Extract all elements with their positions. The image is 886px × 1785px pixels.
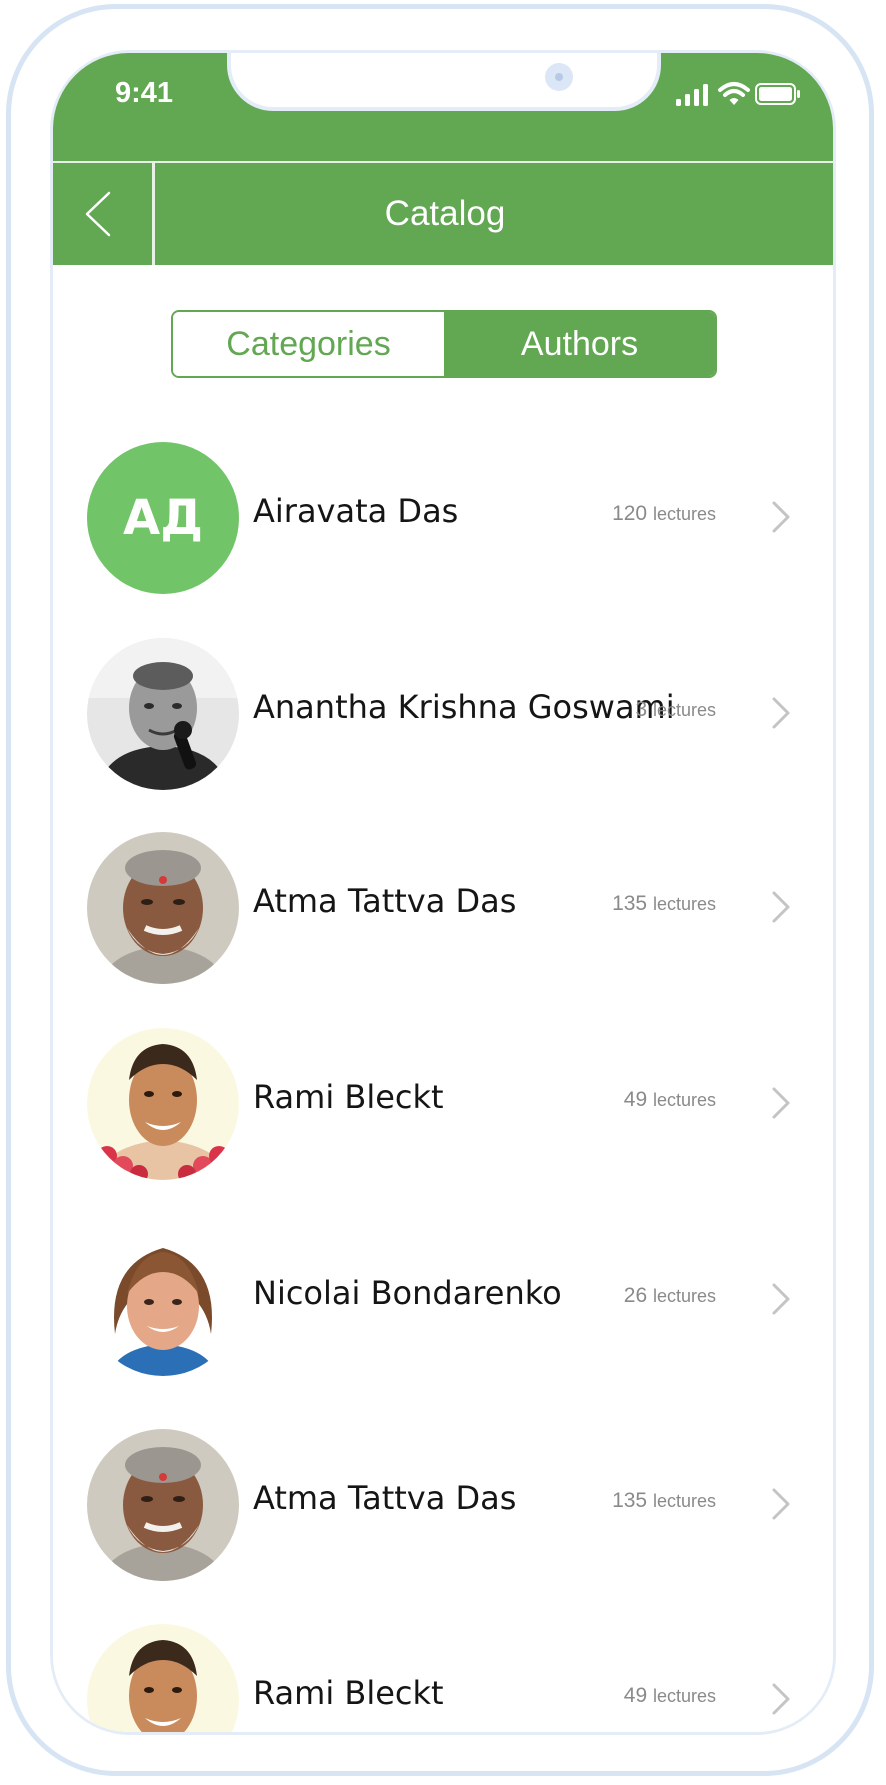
author-photo bbox=[87, 1224, 239, 1376]
chevron-right-icon bbox=[772, 1683, 790, 1715]
status-time: 9:41 bbox=[115, 77, 174, 109]
chevron-right-icon bbox=[772, 697, 790, 729]
author-row[interactable]: Atma Tattva Das 135 lectures bbox=[53, 832, 833, 984]
lecture-count-number: 120 bbox=[612, 502, 648, 525]
front-camera bbox=[545, 63, 573, 91]
lecture-count: 135 lectures bbox=[612, 1489, 716, 1513]
author-row[interactable]: Rami Bleckt 49 lectures bbox=[53, 1028, 833, 1180]
lecture-count-number: 135 bbox=[612, 1489, 648, 1512]
author-name: Atma Tattva Das bbox=[253, 1479, 517, 1517]
author-row[interactable]: АД Airavata Das 120 lectures bbox=[53, 442, 833, 594]
author-row[interactable]: Rami Bleckt 49 lectures bbox=[53, 1624, 833, 1732]
chevron-right-icon bbox=[772, 501, 790, 533]
avatar bbox=[87, 1224, 239, 1376]
lecture-count-number: 49 bbox=[623, 1088, 648, 1111]
author-photo bbox=[87, 1624, 239, 1732]
lecture-count: 3 lectures bbox=[635, 698, 716, 722]
wifi-icon bbox=[718, 82, 750, 105]
device-notch bbox=[227, 53, 661, 111]
page-title: Catalog bbox=[384, 194, 506, 233]
author-name: Nicolai Bondarenko bbox=[253, 1274, 562, 1312]
navigation-bar: Catalog bbox=[53, 163, 833, 265]
cellular-signal-icon bbox=[676, 84, 708, 106]
author-name: Rami Bleckt bbox=[253, 1674, 444, 1712]
device-mockup: 9:41 Catalog Categories Authors АД Airav… bbox=[0, 0, 886, 1785]
lecture-count-unit: lectures bbox=[652, 1686, 716, 1706]
back-button[interactable] bbox=[53, 163, 155, 265]
author-photo bbox=[87, 1028, 239, 1180]
lecture-count-unit: lectures bbox=[652, 1286, 716, 1306]
author-row[interactable]: Nicolai Bondarenko 26 lectures bbox=[53, 1224, 833, 1376]
author-name: Airavata Das bbox=[253, 492, 459, 530]
chevron-right-icon bbox=[772, 1087, 790, 1119]
author-name: Anantha Krishna Goswami bbox=[253, 688, 675, 726]
app-screen: 9:41 Catalog Categories Authors АД Airav… bbox=[53, 53, 833, 1732]
author-name: Atma Tattva Das bbox=[253, 882, 517, 920]
avatar bbox=[87, 638, 239, 790]
chevron-right-icon bbox=[772, 891, 790, 923]
chevron-left-icon bbox=[85, 191, 111, 237]
lecture-count: 26 lectures bbox=[624, 1284, 716, 1308]
lecture-count-unit: lectures bbox=[652, 894, 716, 914]
lecture-count-number: 135 bbox=[612, 892, 648, 915]
author-row[interactable]: Atma Tattva Das 135 lectures bbox=[53, 1429, 833, 1581]
tab-categories[interactable]: Categories bbox=[173, 312, 444, 376]
author-photo bbox=[87, 832, 239, 984]
lecture-count-number: 26 bbox=[623, 1284, 648, 1307]
avatar bbox=[87, 1028, 239, 1180]
lecture-count-number: 49 bbox=[623, 1684, 648, 1707]
catalog-tabs: Categories Authors bbox=[171, 310, 717, 378]
lecture-count-unit: lectures bbox=[652, 504, 716, 524]
lecture-count-unit: lectures bbox=[652, 1090, 716, 1110]
avatar: АД bbox=[87, 442, 239, 594]
lecture-count-number: 3 bbox=[635, 698, 648, 721]
author-name: Rami Bleckt bbox=[253, 1078, 444, 1116]
lecture-count-unit: lectures bbox=[652, 1491, 716, 1511]
avatar bbox=[87, 1624, 239, 1732]
tab-authors[interactable]: Authors bbox=[444, 312, 715, 376]
chevron-right-icon bbox=[772, 1488, 790, 1520]
author-photo bbox=[87, 1429, 239, 1581]
lecture-count: 49 lectures bbox=[624, 1088, 716, 1112]
chevron-right-icon bbox=[772, 1283, 790, 1315]
lecture-count: 49 lectures bbox=[624, 1684, 716, 1708]
lecture-count: 120 lectures bbox=[612, 502, 716, 526]
lecture-count: 135 lectures bbox=[612, 892, 716, 916]
author-photo bbox=[87, 638, 239, 790]
avatar bbox=[87, 832, 239, 984]
author-row[interactable]: Anantha Krishna Goswami 3 lectures bbox=[53, 638, 833, 790]
battery-full-icon bbox=[755, 83, 800, 105]
avatar bbox=[87, 1429, 239, 1581]
lecture-count-unit: lectures bbox=[652, 700, 716, 720]
